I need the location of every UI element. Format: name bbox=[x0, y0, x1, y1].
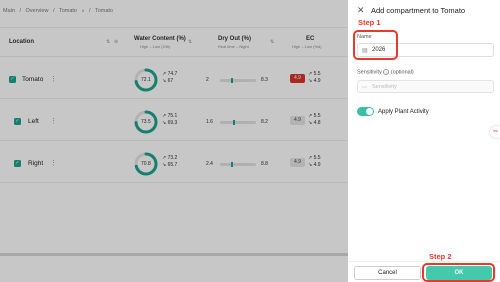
panel-title: Add compartment to Tomato bbox=[371, 6, 466, 15]
step-2-annotation: Step 2 bbox=[429, 252, 452, 261]
sensitivity-field[interactable]: 〰 Sensitivity bbox=[357, 80, 494, 93]
apply-plant-activity-toggle[interactable] bbox=[357, 107, 374, 116]
close-icon[interactable]: ✕ bbox=[357, 5, 365, 15]
support-icon[interactable]: ✂ bbox=[490, 126, 500, 138]
help-icon[interactable]: ? bbox=[383, 69, 390, 75]
sensitivity-label: Sensitivity ? (optional) bbox=[357, 69, 414, 76]
modal-overlay[interactable] bbox=[0, 0, 348, 282]
cancel-button[interactable]: Cancel bbox=[354, 266, 421, 280]
step-1-annotation: Step 1 bbox=[358, 18, 381, 27]
toggle-knob bbox=[366, 108, 373, 115]
add-compartment-panel: ✕ Add compartment to Tomato Step 1 Name … bbox=[348, 0, 500, 282]
sensitivity-icon: 〰 bbox=[362, 85, 368, 91]
step-2-highlight-box bbox=[422, 263, 495, 282]
panel-footer-divider bbox=[348, 261, 500, 262]
step-1-highlight-box bbox=[353, 30, 398, 60]
sensitivity-placeholder: Sensitivity bbox=[372, 84, 397, 90]
apply-plant-activity-label: Apply Plant Activity bbox=[378, 109, 429, 115]
